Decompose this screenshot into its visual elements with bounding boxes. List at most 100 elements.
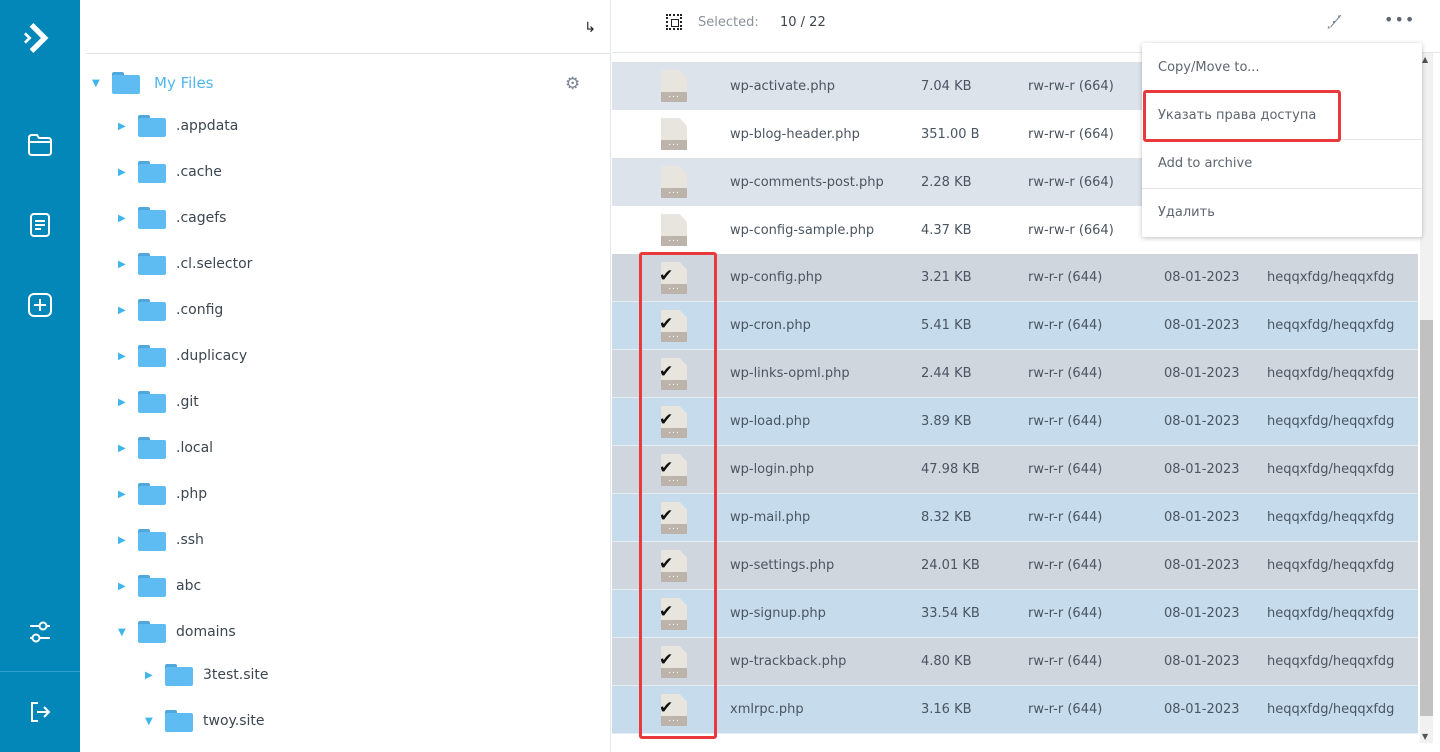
tree-root-my-files[interactable]: ▼ My Files — [92, 68, 214, 98]
file-date: 08-01-2023 — [1164, 702, 1240, 717]
chevron-right-icon[interactable]: ▶ — [118, 351, 138, 362]
file-row[interactable]: ... ✔ wp-cron.php 5.41 KB rw-r-r (644) 08… — [612, 302, 1418, 350]
chevron-down-icon[interactable]: ▼ — [118, 627, 138, 638]
file-row[interactable]: ... ✔ wp-signup.php 33.54 KB rw-r-r (644)… — [612, 590, 1418, 638]
tree-item[interactable]: ▶ .cache — [118, 157, 222, 187]
file-size: 3.89 KB — [921, 414, 972, 429]
chevron-right-icon[interactable]: ▶ — [118, 121, 138, 132]
more-actions-icon[interactable]: ••• — [1384, 10, 1415, 29]
tree-item-label: abc — [176, 578, 202, 594]
folder-icon — [138, 345, 166, 367]
chevron-right-icon[interactable]: ▶ — [118, 213, 138, 224]
collapse-tree-icon[interactable]: ↳ — [584, 20, 596, 36]
rail-divider — [0, 671, 80, 672]
scroll-up-icon[interactable]: ▲ — [1422, 55, 1428, 64]
tree-item-label: .cagefs — [176, 210, 227, 226]
file-date: 08-01-2023 — [1164, 510, 1240, 525]
php-file-icon[interactable]: ... — [661, 214, 687, 246]
file-size: 351.00 B — [921, 126, 980, 142]
file-list-pane: Selected: 10 / 22 ⋰̸ ••• ... wp-activate… — [612, 0, 1440, 752]
file-name: xmlrpc.php — [730, 702, 804, 717]
file-owner: heqqxfdg/heqqxfdg — [1267, 510, 1395, 525]
document-icon[interactable] — [24, 209, 56, 241]
file-permissions: rw-r-r (644) — [1028, 606, 1103, 621]
tree-item[interactable]: ▶ .ssh — [118, 525, 204, 555]
chevron-right-icon[interactable]: ▶ — [145, 670, 165, 681]
folder-icon — [138, 621, 166, 643]
file-name: wp-cron.php — [730, 318, 811, 333]
folder-icon[interactable] — [24, 129, 56, 161]
php-file-icon[interactable]: ... — [661, 118, 687, 150]
file-permissions: rw-rw-r (664) — [1028, 126, 1114, 142]
folder-icon — [138, 207, 166, 229]
gear-icon[interactable]: ⚙ — [565, 74, 580, 94]
tree-item[interactable]: ▶ .cl.selector — [118, 249, 252, 279]
tree-item[interactable]: ▶ .local — [118, 433, 213, 463]
file-owner: heqqxfdg/heqqxfdg — [1267, 702, 1395, 717]
menu-item-copy-move[interactable]: Copy/Move to... — [1142, 43, 1422, 91]
file-name: wp-activate.php — [730, 78, 836, 94]
chevron-right-icon[interactable]: ▶ — [118, 581, 138, 592]
tree-item[interactable]: ▶ .git — [118, 387, 199, 417]
folder-icon — [165, 710, 193, 732]
file-owner: heqqxfdg/heqqxfdg — [1267, 414, 1395, 429]
php-file-icon[interactable]: ... — [661, 166, 687, 198]
settings-sliders-icon[interactable] — [24, 616, 56, 648]
tree-item[interactable]: ▶ .duplicacy — [118, 341, 247, 371]
tree-item[interactable]: ▶ .cagefs — [118, 203, 226, 233]
tree-subitem[interactable]: ▼ twoy.site — [145, 706, 265, 736]
file-permissions: rw-rw-r (664) — [1028, 222, 1114, 238]
tree-item[interactable]: ▶ .php — [118, 479, 207, 509]
file-owner: heqqxfdg/heqqxfdg — [1267, 270, 1395, 285]
php-file-icon[interactable]: ... — [661, 70, 687, 102]
chevron-down-icon[interactable]: ▼ — [92, 78, 112, 89]
file-size: 5.41 KB — [921, 318, 972, 333]
file-row[interactable]: ... ✔ xmlrpc.php 3.16 KB rw-r-r (644) 08-… — [612, 686, 1418, 734]
file-row[interactable]: ... ✔ wp-trackback.php 4.80 KB rw-r-r (64… — [612, 638, 1418, 686]
file-name: wp-config-sample.php — [730, 222, 875, 238]
add-icon[interactable] — [24, 289, 56, 321]
file-name: wp-links-opml.php — [730, 366, 850, 381]
selected-label: Selected: — [698, 15, 759, 30]
chevron-down-icon[interactable]: ▼ — [145, 716, 165, 727]
folder-icon — [138, 391, 166, 413]
tree-item-label: .php — [176, 486, 208, 502]
deselect-icon[interactable]: ⋰̸ — [1326, 12, 1342, 31]
select-all-icon[interactable] — [666, 14, 682, 30]
tree-subitem[interactable]: ▶ 3test.site — [145, 660, 269, 690]
file-row[interactable]: ... ✔ wp-load.php 3.89 KB rw-r-r (644) 08… — [612, 398, 1418, 446]
folder-icon — [138, 437, 166, 459]
file-size: 8.32 KB — [921, 510, 972, 525]
chevron-right-icon[interactable]: ▶ — [118, 305, 138, 316]
file-row[interactable]: ... ✔ wp-settings.php 24.01 KB rw-r-r (64… — [612, 542, 1418, 590]
file-size: 3.21 KB — [921, 270, 972, 285]
chevron-right-icon[interactable]: ▶ — [118, 443, 138, 454]
chevron-right-icon[interactable]: ▶ — [118, 535, 138, 546]
context-menu: Copy/Move to... Указать права доступа Ad… — [1142, 43, 1422, 237]
tree-item[interactable]: ▶ abc — [118, 571, 201, 601]
folder-icon — [138, 299, 166, 321]
tree-item[interactable]: ▶ .config — [118, 295, 223, 325]
logout-icon[interactable] — [24, 696, 56, 728]
chevron-right-icon[interactable]: ▶ — [118, 489, 138, 500]
tree-item-label: twoy.site — [203, 713, 265, 729]
tree-item-label: .duplicacy — [176, 348, 248, 364]
chevron-right-icon[interactable]: ▶ — [118, 167, 138, 178]
scroll-down-icon[interactable]: ▼ — [1422, 732, 1428, 741]
file-size: 2.28 KB — [921, 174, 972, 190]
file-row[interactable]: ... ✔ wp-login.php 47.98 KB rw-r-r (644) … — [612, 446, 1418, 494]
file-size: 24.01 KB — [921, 558, 980, 573]
logo-icon[interactable] — [24, 22, 56, 54]
menu-item-archive[interactable]: Add to archive — [1142, 139, 1422, 187]
menu-item-delete[interactable]: Удалить — [1142, 188, 1422, 236]
checkbox-highlight — [639, 252, 717, 739]
file-row[interactable]: ... ✔ wp-mail.php 8.32 KB rw-r-r (644) 08… — [612, 494, 1418, 542]
file-row[interactable]: ... ✔ wp-links-opml.php 2.44 KB rw-r-r (6… — [612, 350, 1418, 398]
file-date: 08-01-2023 — [1164, 270, 1240, 285]
chevron-right-icon[interactable]: ▶ — [118, 397, 138, 408]
scrollbar-thumb[interactable] — [1420, 320, 1433, 716]
tree-item[interactable]: ▼ domains — [118, 617, 236, 647]
tree-item[interactable]: ▶ .appdata — [118, 111, 238, 141]
chevron-right-icon[interactable]: ▶ — [118, 259, 138, 270]
file-row[interactable]: ... ✔ wp-config.php 3.21 KB rw-r-r (644) … — [612, 254, 1418, 302]
